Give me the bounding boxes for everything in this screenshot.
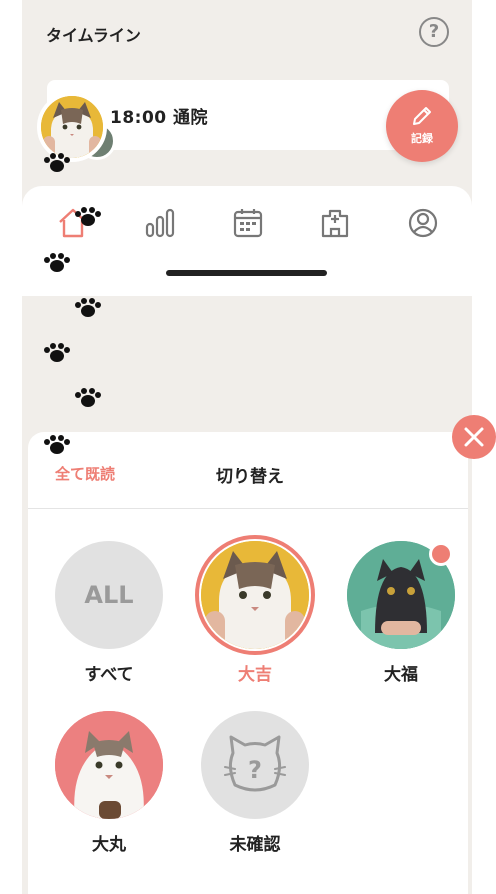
sheet-title: 切り替え <box>216 467 284 487</box>
bottom-nav <box>22 186 472 296</box>
paw-print-icon <box>44 153 70 172</box>
chart-icon[interactable] <box>143 206 177 240</box>
hospital-icon[interactable] <box>318 206 352 240</box>
paw-print-icon <box>75 298 101 317</box>
svg-text:?: ? <box>248 756 262 784</box>
home-indicator <box>166 270 327 276</box>
pet-name-label: 大吉 <box>238 665 272 685</box>
paw-print-icon <box>75 207 101 226</box>
paw-print-icon <box>75 388 101 407</box>
paw-print-icon <box>44 343 70 362</box>
unread-badge <box>429 542 453 566</box>
pet-name-label: 未確認 <box>229 835 281 855</box>
pet-name-label: すべて <box>84 665 134 685</box>
paw-print-icon <box>44 253 70 272</box>
cat-photo-icon <box>41 96 103 158</box>
pet-option-daikichi[interactable] <box>201 541 309 649</box>
record-button-label: 記録 <box>411 132 433 145</box>
calendar-icon[interactable] <box>231 206 265 240</box>
unknown-cat-icon: ? <box>224 735 286 792</box>
paw-print-icon <box>44 435 70 454</box>
cat-photo-icon <box>201 541 309 649</box>
profile-icon[interactable] <box>406 206 440 240</box>
help-icon[interactable]: ? <box>419 17 449 47</box>
all-avatar-label: ALL <box>84 581 134 609</box>
event-time-label: 18:00 通院 <box>110 108 209 128</box>
pencil-icon <box>413 107 431 125</box>
mark-all-read-button[interactable]: 全て既読 <box>55 463 115 484</box>
cat-photo-icon <box>55 711 163 819</box>
pet-option-all[interactable]: ALL <box>55 541 163 649</box>
pet-name-label: 大福 <box>384 665 418 685</box>
pet-option-unknown[interactable]: ? <box>201 711 309 819</box>
record-button[interactable]: 記録 <box>386 90 458 162</box>
close-button[interactable] <box>452 415 496 459</box>
pet-option-daimaru[interactable] <box>55 711 163 819</box>
pet-name-label: 大丸 <box>92 835 126 855</box>
divider <box>28 508 468 509</box>
close-icon <box>464 427 484 447</box>
page-title: タイムライン <box>46 26 141 45</box>
